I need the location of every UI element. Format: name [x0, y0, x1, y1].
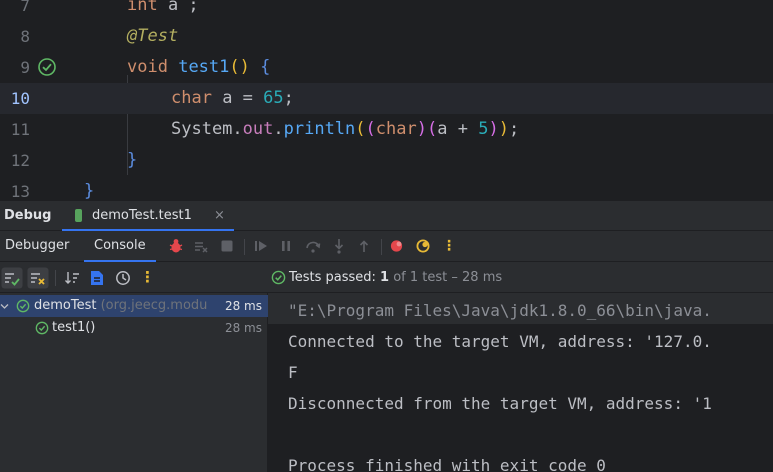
code-line-13: 13 } [0, 176, 773, 200]
chevron-down-icon[interactable] [0, 302, 9, 311]
tree-item-test1[interactable]: test1() 28 ms [0, 317, 268, 339]
view-breakpoints-icon[interactable] [388, 237, 406, 255]
test-tree-toolbar: ⋮ [0, 262, 268, 293]
console-line: Connected to the target VM, address: '12… [288, 332, 712, 351]
tree-item-demotest[interactable]: demoTest (org.jeecg.modu 28 ms [0, 295, 268, 317]
console-line: F [288, 363, 298, 382]
test-duration: 28 ms [224, 299, 262, 313]
test-duration: 28 ms [224, 321, 262, 335]
sort-icon[interactable] [63, 269, 81, 287]
console-line: Disconnected from the target VM, address… [288, 394, 712, 413]
step-into-icon[interactable] [330, 237, 348, 255]
pause-icon[interactable] [277, 237, 295, 255]
code-editor[interactable]: 7 int a ; 8 @Test 9 void test1() { 10 ch… [0, 0, 773, 200]
line-number: 8 [20, 27, 30, 46]
bug-icon[interactable] [167, 237, 185, 255]
debug-tool-window-header: Debug demoTest.test1 × [0, 200, 773, 231]
test-class-package: (org.jeecg.modu [100, 298, 208, 313]
test-results-tree[interactable]: demoTest (org.jeecg.modu 28 ms test1() 2… [0, 293, 268, 472]
step-over-icon[interactable] [304, 237, 322, 255]
test-passed-icon [35, 321, 49, 335]
code-line-10: 10 char a = 65; [0, 83, 773, 114]
line-number: 7 [20, 0, 30, 15]
resume-icon[interactable] [252, 237, 270, 255]
code-line-7: 7 int a ; [0, 0, 773, 21]
tab-label: demoTest.test1 [92, 208, 192, 223]
console-line: "E:\Program Files\Java\jdk1.8.0_66\bin\j… [288, 301, 712, 320]
code-line-12: 12 } [0, 145, 773, 176]
success-check-icon [271, 270, 286, 285]
step-out-icon[interactable] [355, 237, 373, 255]
line-number: 9 [20, 58, 30, 77]
test-passed-run-icon[interactable] [37, 57, 57, 77]
code-line-8: 8 @Test [0, 21, 773, 52]
test-method-name: test1() [52, 320, 96, 335]
import-tests-icon[interactable] [88, 269, 106, 287]
tab-debugger[interactable]: Debugger [5, 231, 69, 262]
toolbar-separator [244, 239, 245, 255]
debug-toolbar: Debugger Console ⋮ [0, 231, 773, 262]
clear-all-icon[interactable] [192, 237, 210, 255]
show-passed-icon[interactable] [1, 267, 23, 289]
tab-demotest-test1[interactable]: demoTest.test1 × [62, 201, 234, 231]
more-options-icon[interactable]: ⋮ [140, 268, 155, 286]
line-number: 13 [10, 182, 30, 200]
tool-window-title: Debug [4, 208, 52, 223]
code-line-9: 9 void test1() { [0, 52, 773, 83]
line-number: 10 [10, 89, 30, 108]
toolbar-separator [55, 270, 56, 286]
test-class-name: demoTest [34, 298, 97, 313]
tab-console[interactable]: Console [84, 231, 156, 262]
test-status-bar: Tests passed: 1 of 1 test – 28 ms [268, 262, 773, 293]
close-icon[interactable]: × [214, 201, 225, 230]
more-options-icon[interactable]: ⋮ [440, 237, 458, 255]
test-config-icon [75, 209, 82, 222]
console-line: Process finished with exit code 0 [288, 456, 606, 472]
test-status-text: Tests passed: 1 of 1 test – 28 ms [289, 270, 503, 285]
code-line-11: 11 System.out.println((char)(a + 5)); [0, 114, 773, 145]
line-number: 12 [10, 151, 30, 170]
show-ignored-icon[interactable] [27, 267, 49, 289]
history-icon[interactable] [114, 269, 132, 287]
console-output[interactable]: "E:\Program Files\Java\jdk1.8.0_66\bin\j… [268, 293, 773, 472]
line-number: 11 [10, 120, 30, 139]
stop-icon[interactable] [218, 237, 236, 255]
test-passed-icon [16, 299, 30, 313]
toolbar-separator [381, 239, 382, 255]
mute-breakpoints-icon[interactable] [414, 237, 432, 255]
